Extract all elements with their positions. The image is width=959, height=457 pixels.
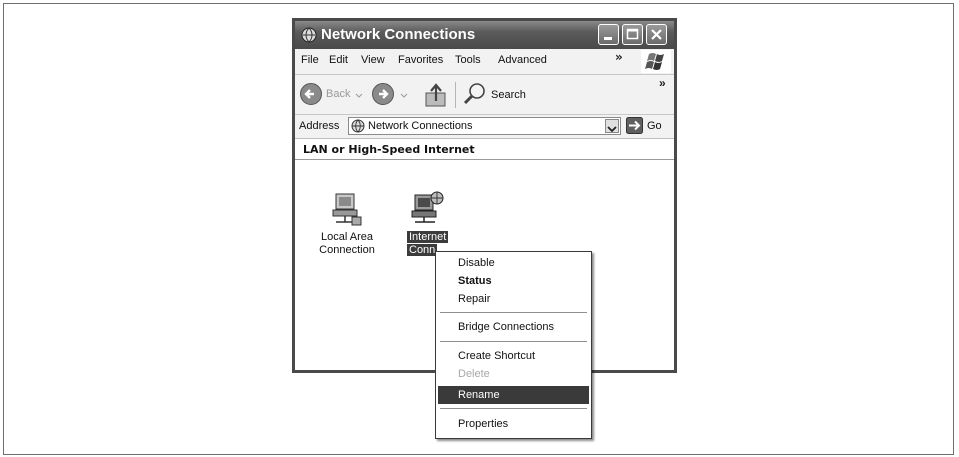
title-bar[interactable]: Network Connections bbox=[295, 21, 674, 49]
menu-file[interactable]: File bbox=[301, 54, 319, 66]
go-label: Go bbox=[647, 120, 662, 132]
network-connections-small-icon bbox=[351, 119, 365, 133]
group-header: LAN or High-Speed Internet bbox=[303, 143, 475, 156]
go-arrow-icon bbox=[626, 117, 643, 134]
address-field[interactable]: Network Connections bbox=[348, 117, 621, 135]
window-title: Network Connections bbox=[321, 26, 476, 43]
address-dropdown-button[interactable] bbox=[605, 119, 619, 133]
menu-advanced[interactable]: Advanced bbox=[498, 54, 547, 66]
menu-separator bbox=[440, 312, 587, 313]
address-label: Address bbox=[299, 120, 340, 132]
windows-flag-icon bbox=[645, 53, 664, 70]
maximize-button[interactable] bbox=[622, 24, 643, 45]
address-value: Network Connections bbox=[368, 120, 473, 132]
minimize-button[interactable] bbox=[598, 24, 619, 45]
forward-button[interactable] bbox=[371, 82, 411, 108]
context-menu: Disable Status Repair Bridge Connections… bbox=[435, 251, 592, 439]
menu-item-bridge-connections[interactable]: Bridge Connections bbox=[438, 318, 589, 336]
close-button[interactable] bbox=[646, 24, 667, 45]
lan-connection-icon bbox=[332, 193, 362, 226]
search-icon bbox=[463, 83, 485, 105]
up-folder-icon bbox=[425, 83, 446, 107]
menu-edit[interactable]: Edit bbox=[329, 54, 348, 66]
menu-item-status[interactable]: Status bbox=[438, 272, 589, 290]
chevron-down-icon bbox=[607, 126, 617, 133]
back-label: Back bbox=[326, 88, 351, 100]
standard-toolbar: Back Search » bbox=[295, 75, 674, 115]
lan-connection-label: Local Area Connection bbox=[319, 231, 375, 256]
go-button[interactable]: Go bbox=[626, 117, 671, 135]
menu-item-properties[interactable]: Properties bbox=[438, 415, 589, 433]
menu-item-disable[interactable]: Disable bbox=[438, 254, 589, 272]
forward-dropdown-icon[interactable] bbox=[400, 93, 408, 99]
internet-connection-icon bbox=[411, 191, 444, 223]
menu-item-create-shortcut[interactable]: Create Shortcut bbox=[438, 347, 589, 365]
search-button[interactable]: Search bbox=[462, 81, 542, 109]
network-connections-icon bbox=[301, 27, 317, 43]
back-button[interactable]: Back bbox=[299, 82, 363, 108]
menu-favorites[interactable]: Favorites bbox=[398, 54, 443, 66]
menu-item-rename[interactable]: Rename bbox=[438, 386, 589, 404]
lan-connection-item[interactable]: Local Area Connection bbox=[317, 191, 377, 261]
toolbar-divider bbox=[455, 82, 456, 108]
maximize-icon bbox=[626, 28, 639, 40]
menu-view[interactable]: View bbox=[361, 54, 385, 66]
menu-separator bbox=[440, 408, 587, 409]
menu-bar: File Edit View Favorites Tools Advanced … bbox=[295, 49, 674, 75]
menu-overflow-chevron[interactable]: » bbox=[615, 50, 623, 64]
windows-logo bbox=[641, 50, 671, 73]
back-dropdown-icon[interactable] bbox=[355, 93, 363, 99]
address-bar: Address Network Connections Go bbox=[295, 115, 674, 139]
minimize-icon bbox=[604, 37, 612, 40]
menu-tools[interactable]: Tools bbox=[455, 54, 481, 66]
back-arrow-icon bbox=[300, 83, 322, 105]
forward-arrow-icon bbox=[372, 83, 394, 105]
up-folder-button[interactable] bbox=[423, 81, 449, 109]
close-icon bbox=[651, 29, 662, 40]
toolbar-overflow-chevron[interactable]: » bbox=[659, 76, 666, 90]
group-header-divider bbox=[295, 159, 674, 160]
menu-separator bbox=[440, 341, 587, 342]
menu-item-repair[interactable]: Repair bbox=[438, 290, 589, 308]
search-label: Search bbox=[491, 89, 526, 101]
menu-item-delete: Delete bbox=[458, 368, 490, 380]
